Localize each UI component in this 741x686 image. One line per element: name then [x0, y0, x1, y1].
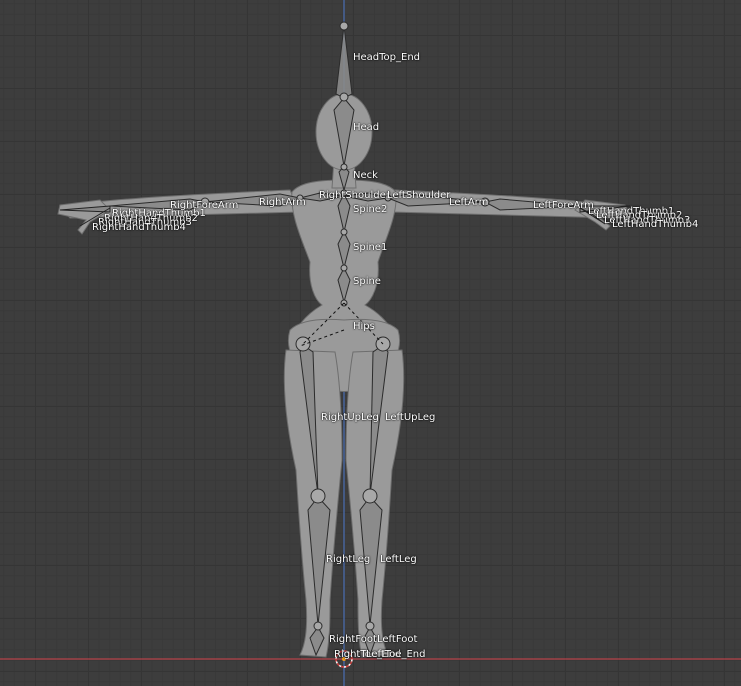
bone-label-spine: Spine: [353, 276, 381, 287]
bone-label-right-up-leg: RightUpLeg: [321, 412, 379, 423]
bone-label-left-toe-end: LeftToe_End: [366, 649, 426, 660]
bone-label-head: Head: [353, 122, 380, 133]
bone-label-left-arm: LeftArm: [449, 197, 489, 208]
armature-scene: [0, 0, 741, 686]
bone-label-left-forearm: LeftForeArm: [533, 200, 594, 211]
bone-label-right-arm: RightArm: [259, 197, 306, 208]
bone-label-right-shoulder: RightShoulder: [319, 190, 390, 201]
bone-headtop-end[interactable]: [335, 25, 353, 99]
bone-label-left-hand-thumb4: LeftHandThumb4: [612, 219, 699, 230]
3d-viewport[interactable]: HeadTop_End Head Neck RightShoulder Left…: [0, 0, 741, 686]
bone-label-neck: Neck: [353, 170, 378, 181]
bone-label-right-hand-thumb4: RightHandThumb4: [92, 222, 186, 233]
bone-label-right-leg: RightLeg: [326, 554, 371, 565]
bone-label-spine1: Spine1: [353, 242, 388, 253]
bone-label-headtop-end: HeadTop_End: [353, 52, 421, 63]
bone-label-left-leg: LeftLeg: [380, 554, 417, 565]
bone-label-left-up-leg: LeftUpLeg: [385, 412, 436, 423]
bone-label-left-shoulder: LeftShoulder: [387, 190, 451, 201]
bone-label-spine2: Spine2: [353, 204, 388, 215]
bone-label-hips: Hips: [353, 321, 375, 332]
bone-label-left-foot: LeftFoot: [377, 634, 418, 645]
bone-label-right-foot: RightFoot: [329, 634, 377, 645]
